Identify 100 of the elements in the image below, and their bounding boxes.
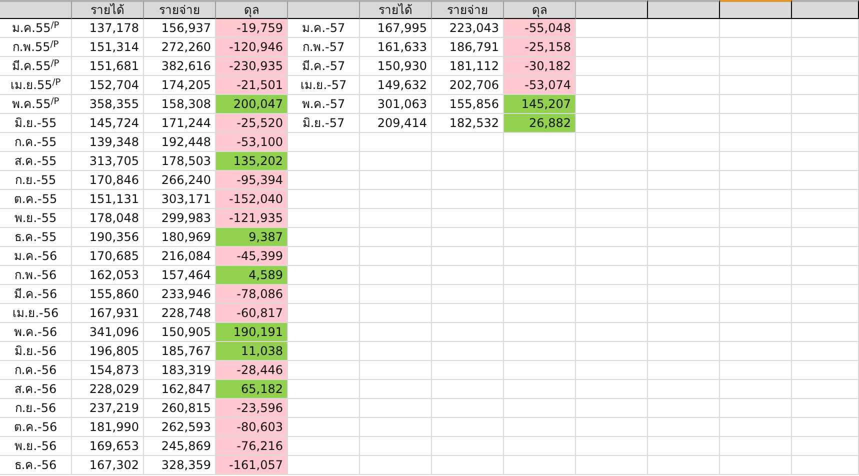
empty-cell[interactable] bbox=[720, 304, 792, 323]
empty-cell[interactable] bbox=[360, 285, 432, 304]
empty-cell[interactable] bbox=[648, 133, 720, 152]
empty-cell[interactable] bbox=[360, 266, 432, 285]
empty-cell[interactable] bbox=[504, 209, 576, 228]
empty-cell[interactable] bbox=[432, 133, 504, 152]
empty-cell[interactable] bbox=[504, 456, 576, 475]
empty-cell[interactable] bbox=[576, 323, 648, 342]
empty-cell[interactable] bbox=[720, 38, 792, 57]
empty-cell[interactable] bbox=[504, 133, 576, 152]
empty-cell[interactable] bbox=[648, 38, 720, 57]
empty-cell[interactable] bbox=[576, 304, 648, 323]
empty-cell[interactable] bbox=[576, 361, 648, 380]
empty-cell[interactable] bbox=[504, 304, 576, 323]
column-header[interactable] bbox=[792, 0, 859, 19]
empty-cell[interactable] bbox=[720, 95, 792, 114]
empty-cell[interactable] bbox=[792, 19, 859, 38]
empty-cell[interactable] bbox=[648, 285, 720, 304]
empty-cell[interactable] bbox=[432, 247, 504, 266]
empty-cell[interactable] bbox=[792, 228, 859, 247]
empty-cell[interactable] bbox=[576, 342, 648, 361]
empty-cell[interactable] bbox=[576, 285, 648, 304]
empty-cell[interactable] bbox=[648, 114, 720, 133]
empty-cell[interactable] bbox=[576, 190, 648, 209]
empty-cell[interactable] bbox=[648, 190, 720, 209]
empty-cell[interactable] bbox=[792, 57, 859, 76]
empty-cell[interactable] bbox=[720, 171, 792, 190]
column-header[interactable] bbox=[576, 0, 648, 19]
empty-cell[interactable] bbox=[648, 266, 720, 285]
empty-cell[interactable] bbox=[432, 209, 504, 228]
empty-cell[interactable] bbox=[432, 152, 504, 171]
empty-cell[interactable] bbox=[792, 247, 859, 266]
empty-cell[interactable] bbox=[360, 209, 432, 228]
empty-cell[interactable] bbox=[720, 342, 792, 361]
empty-cell[interactable] bbox=[504, 190, 576, 209]
empty-cell[interactable] bbox=[576, 380, 648, 399]
empty-cell[interactable] bbox=[576, 209, 648, 228]
empty-cell[interactable] bbox=[432, 399, 504, 418]
empty-cell[interactable] bbox=[792, 38, 859, 57]
empty-cell[interactable] bbox=[648, 247, 720, 266]
empty-cell[interactable] bbox=[792, 209, 859, 228]
empty-cell[interactable] bbox=[648, 437, 720, 456]
empty-cell[interactable] bbox=[648, 152, 720, 171]
empty-cell[interactable] bbox=[432, 380, 504, 399]
empty-cell[interactable] bbox=[576, 247, 648, 266]
empty-cell[interactable] bbox=[504, 266, 576, 285]
empty-cell[interactable] bbox=[360, 323, 432, 342]
empty-cell[interactable] bbox=[720, 190, 792, 209]
empty-cell[interactable] bbox=[648, 76, 720, 95]
empty-cell[interactable] bbox=[720, 228, 792, 247]
empty-cell[interactable] bbox=[360, 152, 432, 171]
empty-cell[interactable] bbox=[432, 190, 504, 209]
empty-cell[interactable] bbox=[792, 418, 859, 437]
empty-cell[interactable] bbox=[792, 399, 859, 418]
empty-cell[interactable] bbox=[360, 304, 432, 323]
empty-cell[interactable] bbox=[792, 114, 859, 133]
empty-cell[interactable] bbox=[720, 247, 792, 266]
empty-cell[interactable] bbox=[792, 342, 859, 361]
empty-cell[interactable] bbox=[504, 323, 576, 342]
empty-cell[interactable] bbox=[648, 57, 720, 76]
empty-cell[interactable] bbox=[648, 228, 720, 247]
empty-cell[interactable] bbox=[576, 418, 648, 437]
empty-cell[interactable] bbox=[504, 228, 576, 247]
empty-cell[interactable] bbox=[648, 19, 720, 38]
empty-cell[interactable] bbox=[360, 418, 432, 437]
empty-cell[interactable] bbox=[432, 418, 504, 437]
empty-cell[interactable] bbox=[576, 228, 648, 247]
empty-cell[interactable] bbox=[720, 361, 792, 380]
empty-cell[interactable] bbox=[792, 76, 859, 95]
empty-cell[interactable] bbox=[648, 342, 720, 361]
empty-cell[interactable] bbox=[432, 266, 504, 285]
empty-cell[interactable] bbox=[576, 266, 648, 285]
empty-cell[interactable] bbox=[720, 285, 792, 304]
empty-cell[interactable] bbox=[720, 323, 792, 342]
empty-cell[interactable] bbox=[792, 456, 859, 475]
empty-cell[interactable] bbox=[360, 380, 432, 399]
empty-cell[interactable] bbox=[504, 361, 576, 380]
empty-cell[interactable] bbox=[720, 19, 792, 38]
empty-cell[interactable] bbox=[720, 437, 792, 456]
empty-cell[interactable] bbox=[792, 171, 859, 190]
empty-cell[interactable] bbox=[648, 456, 720, 475]
empty-cell[interactable] bbox=[504, 418, 576, 437]
empty-cell[interactable] bbox=[792, 361, 859, 380]
empty-cell[interactable] bbox=[504, 247, 576, 266]
empty-cell[interactable] bbox=[432, 456, 504, 475]
empty-cell[interactable] bbox=[792, 133, 859, 152]
empty-cell[interactable] bbox=[360, 133, 432, 152]
empty-cell[interactable] bbox=[432, 323, 504, 342]
empty-cell[interactable] bbox=[720, 152, 792, 171]
empty-cell[interactable] bbox=[432, 285, 504, 304]
empty-cell[interactable] bbox=[792, 437, 859, 456]
empty-cell[interactable] bbox=[360, 399, 432, 418]
empty-cell[interactable] bbox=[720, 57, 792, 76]
empty-cell[interactable] bbox=[792, 266, 859, 285]
empty-cell[interactable] bbox=[720, 456, 792, 475]
empty-cell[interactable] bbox=[720, 209, 792, 228]
empty-cell[interactable] bbox=[432, 361, 504, 380]
empty-cell[interactable] bbox=[720, 266, 792, 285]
empty-cell[interactable] bbox=[504, 152, 576, 171]
empty-cell[interactable] bbox=[648, 304, 720, 323]
